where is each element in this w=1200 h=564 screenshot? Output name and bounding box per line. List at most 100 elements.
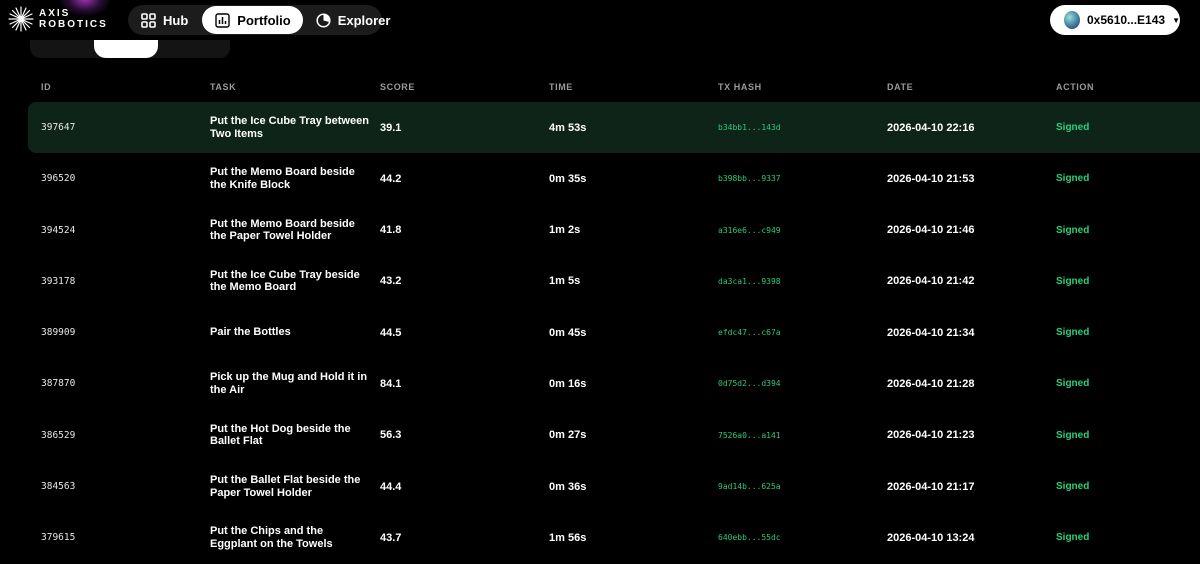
table-row[interactable]: 396520 Put the Memo Board beside the Kni… (0, 153, 1200, 204)
table-row[interactable]: 393178 Put the Ice Cube Tray beside the … (0, 256, 1200, 307)
cell-tx-hash[interactable]: da3ca1...9398 (718, 256, 781, 307)
cell-action-status: Signed (1056, 327, 1090, 339)
cell-score: 44.5 (380, 326, 402, 339)
table-row[interactable]: 379615 Put the Chips and the Eggplant on… (0, 512, 1200, 563)
cell-action-status: Signed (1056, 481, 1090, 493)
cell-task: Pick up the Mug and Hold it in the Air (210, 371, 368, 396)
cell-time: 0m 36s (549, 480, 587, 493)
cell-task: Put the Ice Cube Tray beside the Memo Bo… (210, 268, 360, 294)
cell-tx-hash[interactable]: a316e6...c949 (718, 205, 781, 256)
cell-action-status: Signed (1056, 173, 1090, 185)
table-row[interactable]: 394524 Put the Memo Board beside the Pap… (0, 205, 1200, 256)
cell-id: 379615 (41, 532, 76, 544)
cell-id: 394524 (41, 224, 76, 236)
cell-task: Put the Ballet Flat beside the Paper Tow… (210, 474, 361, 499)
cell-date: 2026-04-10 21:17 (887, 480, 975, 493)
cell-time: 1m 2s (549, 224, 581, 237)
cell-date: 2026-04-10 21:42 (887, 275, 975, 288)
cell-task: Put the Memo Board beside the Paper Towe… (210, 217, 355, 243)
cell-id: 396520 (41, 173, 76, 185)
header-tx-hash: TX HASH (718, 82, 762, 92)
table-row[interactable]: 389909 Pair the Bottles 44.5 0m 45s efdc… (0, 307, 1200, 358)
grid-icon (141, 12, 156, 28)
cell-time: 0m 27s (549, 429, 587, 442)
cell-action-status: Signed (1056, 532, 1090, 544)
cell-action-status: Signed (1056, 224, 1090, 236)
cell-date: 2026-04-10 22:16 (887, 121, 975, 134)
cell-id: 387870 (41, 378, 76, 390)
cell-id: 384563 (41, 481, 76, 493)
cell-tx-hash[interactable]: 9ad14b...625a (718, 461, 781, 512)
cell-tx-hash[interactable]: 0d75d2...d394 (718, 358, 781, 409)
nav-portfolio[interactable]: Portfolio (202, 6, 303, 34)
cell-time: 4m 53s (549, 121, 587, 134)
header-time: TIME (549, 82, 573, 92)
table-row[interactable]: 397647 Put the Ice Cube Tray between Two… (0, 102, 1200, 154)
cell-tx-hash[interactable]: b34bb1...143d (718, 102, 781, 153)
bar-chart-icon (215, 12, 230, 28)
cell-score: 43.7 (380, 531, 402, 544)
cell-time: 0m 16s (549, 377, 587, 390)
table-header: ID TASK SCORE TIME TX HASH DATE ACTION (0, 78, 1200, 98)
sub-tabs (30, 40, 230, 58)
cell-tx-hash[interactable]: 640ebb...55dc (718, 512, 781, 563)
nav-explorer-label: Explorer (337, 12, 391, 28)
table-row[interactable]: 386529 Put the Hot Dog beside the Ballet… (0, 410, 1200, 461)
cell-date: 2026-04-10 21:28 (887, 377, 975, 390)
cell-date: 2026-04-10 21:23 (887, 429, 975, 442)
cell-score: 41.8 (380, 224, 402, 237)
cell-time: 1m 56s (549, 531, 587, 544)
table-row[interactable]: 387870 Pick up the Mug and Hold it in th… (0, 358, 1200, 409)
cell-score: 39.1 (380, 121, 402, 134)
cell-task: Pair the Bottles (210, 326, 291, 339)
compass-icon (316, 12, 331, 28)
cell-action-status: Signed (1056, 429, 1090, 441)
header-task: TASK (210, 82, 237, 92)
cell-tx-hash[interactable]: 7526a0...a141 (718, 410, 781, 461)
cell-task: Put the Ice Cube Tray between Two Items (210, 115, 369, 140)
wallet-button[interactable]: 0x5610...E143 ▼ (1050, 5, 1180, 35)
brand-line-2: ROBOTICS (39, 19, 108, 30)
cell-time: 1m 5s (549, 275, 581, 288)
cell-action-status: Signed (1056, 122, 1090, 133)
cell-score: 44.4 (380, 480, 402, 493)
cell-task: Put the Memo Board beside the Knife Bloc… (210, 166, 355, 191)
header-id: ID (41, 82, 52, 92)
cell-date: 2026-04-10 21:34 (887, 326, 975, 339)
table-row[interactable]: 384563 Put the Ballet Flat beside the Pa… (0, 461, 1200, 512)
cell-date: 2026-04-10 21:46 (887, 224, 975, 237)
starburst-logo-icon (8, 6, 34, 32)
cell-time: 0m 35s (549, 172, 587, 185)
nav-hub-label: Hub (163, 12, 189, 28)
cell-action-status: Signed (1056, 378, 1090, 390)
cell-action-status: Signed (1056, 275, 1090, 287)
header-date: DATE (887, 82, 914, 92)
main-nav: Hub Portfolio Explorer (128, 5, 390, 35)
cell-tx-hash[interactable]: b398bb...9337 (718, 153, 781, 204)
cell-id: 389909 (41, 327, 76, 339)
table-body: 397647 Put the Ice Cube Tray between Two… (0, 102, 1200, 564)
cell-date: 2026-04-10 13:24 (887, 531, 975, 544)
nav-explorer[interactable]: Explorer (303, 6, 403, 34)
cell-task: Put the Hot Dog beside the Ballet Flat (210, 422, 351, 448)
nav-portfolio-label: Portfolio (237, 12, 291, 28)
wallet-address: 0x5610...E143 (1087, 13, 1166, 27)
cell-score: 44.2 (380, 172, 402, 185)
cell-score: 56.3 (380, 429, 402, 442)
cell-score: 43.2 (380, 275, 402, 288)
cell-id: 386529 (41, 429, 76, 441)
cell-date: 2026-04-10 21:53 (887, 172, 975, 185)
avatar (1064, 11, 1080, 29)
caret-down-icon: ▼ (1172, 15, 1180, 25)
brand-line-1: AXIS (39, 8, 71, 19)
cell-id: 393178 (41, 275, 76, 287)
nav-hub[interactable]: Hub (128, 6, 200, 34)
top-bar: AXIS ROBOTICS Hub Portfolio Explorer 0x5… (0, 0, 1200, 40)
brand-logo[interactable]: AXIS ROBOTICS (8, 6, 108, 32)
cell-id: 397647 (41, 122, 76, 133)
cell-task: Put the Chips and the Eggplant on the To… (210, 525, 333, 550)
sub-tab-active[interactable] (94, 40, 158, 58)
cell-score: 84.1 (380, 377, 402, 390)
header-action: ACTION (1056, 82, 1095, 92)
cell-tx-hash[interactable]: efdc47...c67a (718, 307, 781, 358)
